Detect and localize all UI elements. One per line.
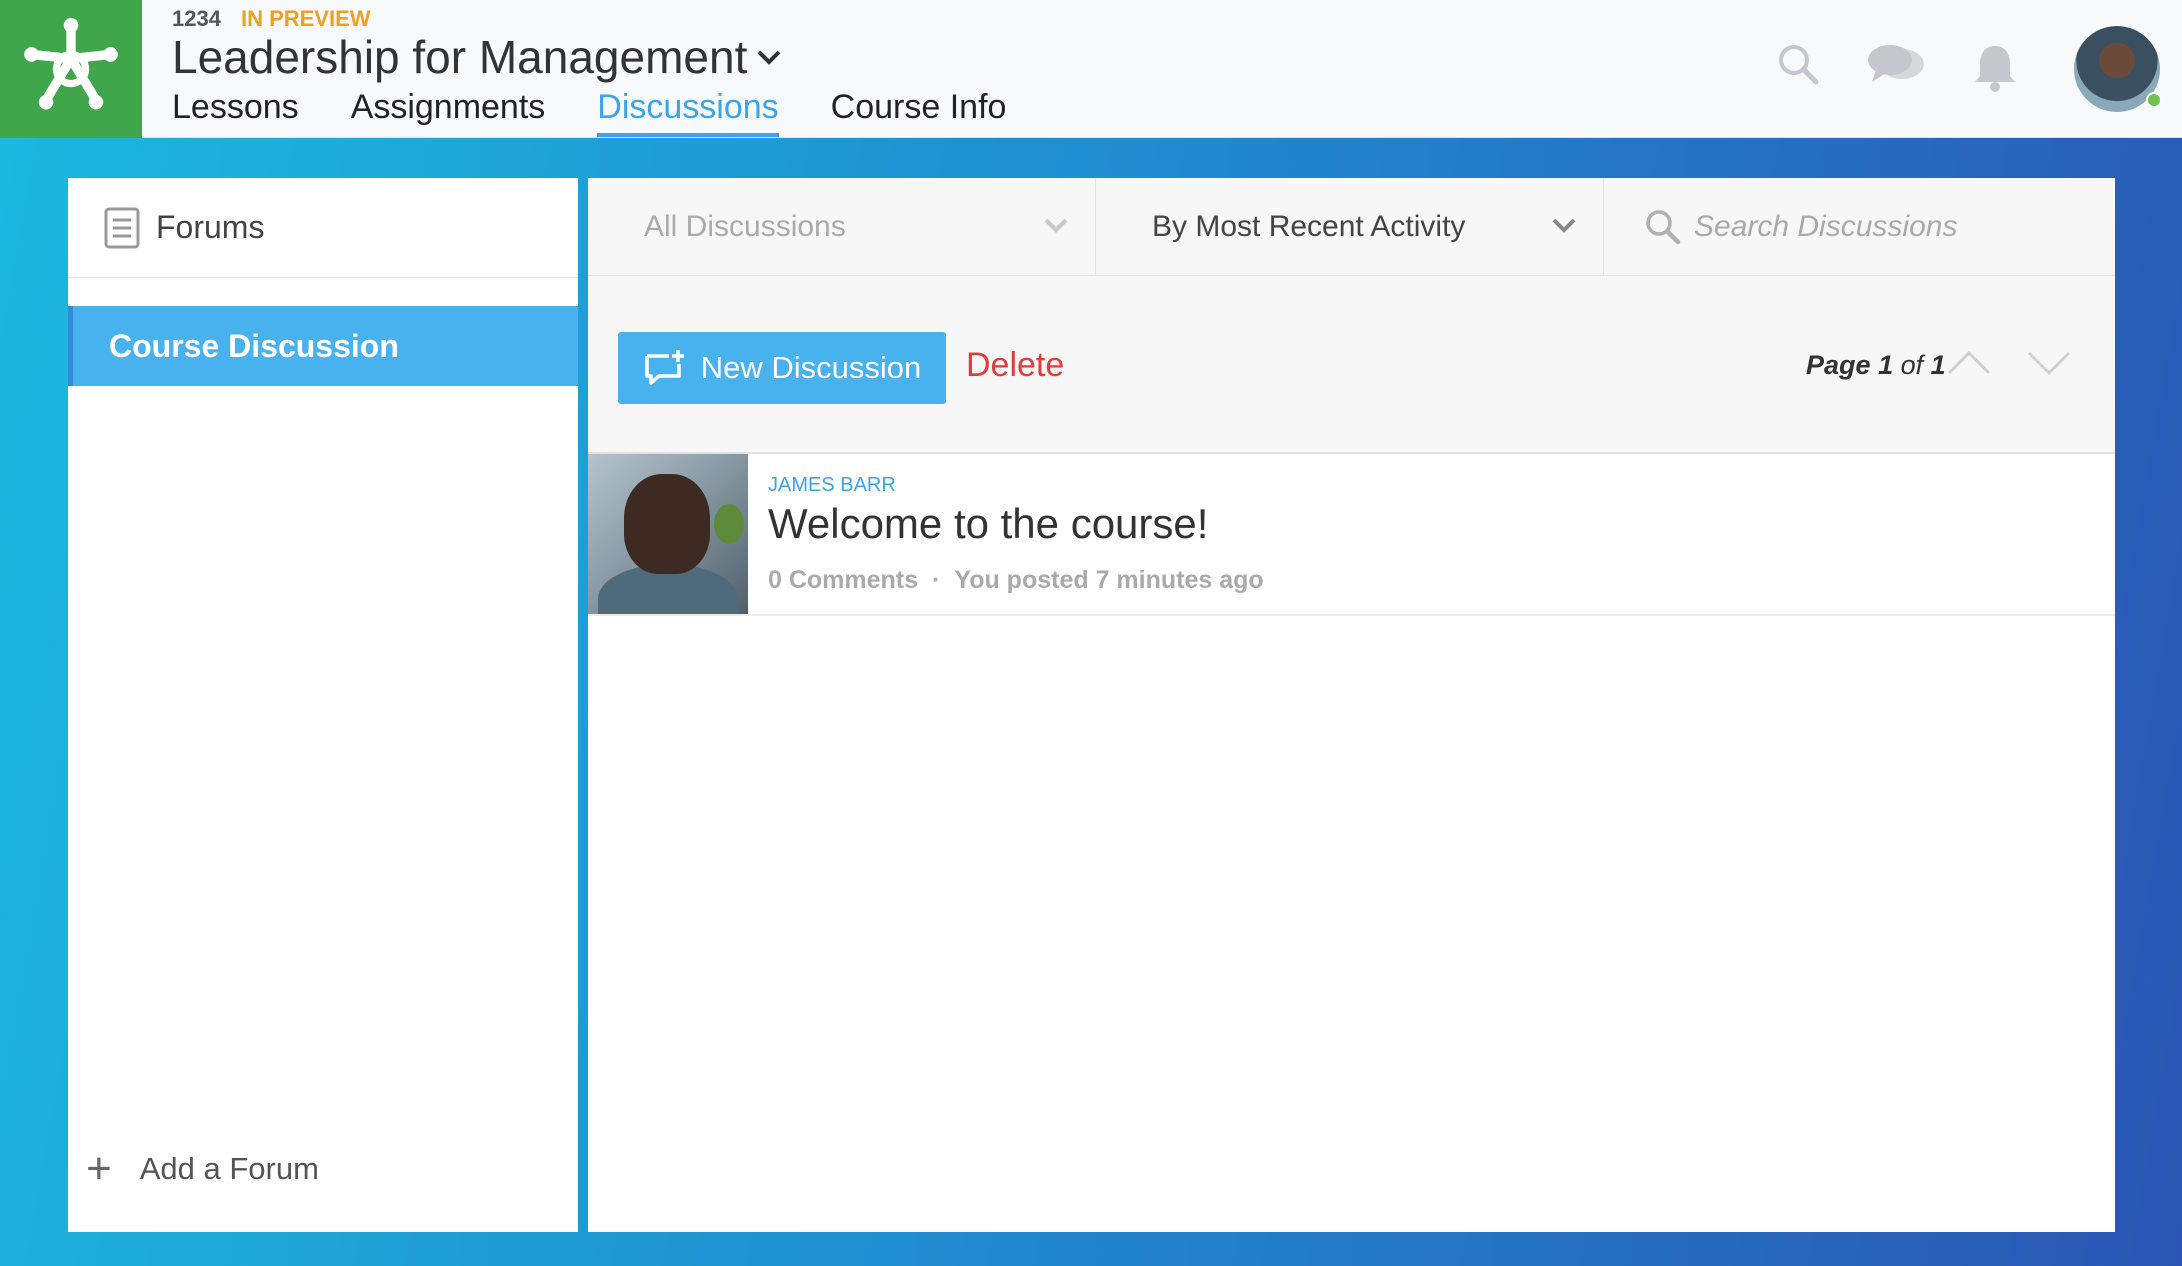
filter-bar: All Discussions By Most Recent Activity … — [588, 178, 2115, 276]
forum-label: Course Discussion — [109, 327, 399, 364]
discussion-toolbar: New Discussion Delete Page 1 of 1 — [588, 276, 2115, 454]
sort-select[interactable]: By Most Recent Activity — [1096, 178, 1604, 275]
discussions-panel: All Discussions By Most Recent Activity … — [588, 178, 2115, 1232]
post-meta: 0 Comments · You posted 7 minutes ago — [768, 566, 1264, 595]
online-status-dot — [2146, 92, 2162, 108]
tab-discussions[interactable]: Discussions — [597, 88, 779, 137]
chat-icon[interactable] — [1866, 42, 1928, 88]
tab-course-info[interactable]: Course Info — [831, 88, 1007, 137]
page-word: Page — [1806, 350, 1871, 380]
plus-icon: + — [86, 1144, 112, 1193]
chevron-down-icon[interactable] — [2026, 348, 2072, 378]
user-avatar[interactable] — [2074, 26, 2162, 112]
posted-time: You posted 7 minutes ago — [954, 566, 1264, 594]
new-message-icon — [644, 350, 684, 385]
page-current: 1 — [1878, 350, 1894, 380]
post-author[interactable]: JAMES BARR — [768, 474, 896, 497]
app-logo[interactable] — [0, 0, 142, 138]
search-discussions-input[interactable]: Search Discussions — [1604, 178, 2115, 275]
course-title-dropdown[interactable]: Leadership for Management — [172, 30, 783, 84]
chevron-down-icon — [1044, 218, 1068, 233]
new-discussion-label: New Discussion — [700, 350, 922, 385]
new-discussion-button[interactable]: New Discussion — [618, 332, 946, 404]
forums-header: Forums — [68, 178, 578, 278]
pagination-label: Page 1 of 1 — [1806, 350, 1946, 381]
page-total: 1 — [1930, 350, 1946, 380]
course-title: Leadership for Management — [172, 31, 748, 83]
delete-button[interactable]: Delete — [966, 346, 1064, 385]
add-forum-label: Add a Forum — [139, 1151, 319, 1186]
chevron-down-icon — [1552, 218, 1576, 233]
add-forum-button[interactable]: + Add a Forum — [86, 1144, 319, 1194]
bell-icon[interactable] — [1972, 42, 2018, 92]
tab-lessons[interactable]: Lessons — [172, 88, 299, 137]
document-icon — [104, 207, 140, 248]
forums-sidebar: Forums Course Discussion + Add a Forum — [68, 178, 578, 1232]
preview-status: IN PREVIEW — [240, 6, 371, 31]
filter-value: All Discussions — [644, 209, 846, 243]
search-icon[interactable] — [1776, 42, 1820, 86]
course-meta: 1234 IN PREVIEW — [172, 6, 371, 32]
chevron-up-icon[interactable] — [1946, 348, 1992, 378]
photo-plant — [714, 504, 744, 544]
discussion-filter-select[interactable]: All Discussions — [588, 178, 1096, 275]
course-code: 1234 — [172, 6, 221, 31]
discussion-list-item[interactable]: JAMES BARR Welcome to the course! 0 Comm… — [588, 454, 2115, 616]
logo-star-icon — [24, 18, 118, 110]
photo-head — [624, 474, 710, 574]
comment-count: 0 Comments — [768, 566, 919, 594]
chevron-down-icon — [757, 50, 781, 65]
author-photo — [588, 454, 748, 614]
search-placeholder: Search Discussions — [1694, 209, 1958, 243]
search-icon — [1646, 209, 1681, 244]
forums-heading: Forums — [156, 209, 265, 245]
course-nav-tabs: Lessons Assignments Discussions Course I… — [172, 88, 1006, 137]
sort-value: By Most Recent Activity — [1152, 209, 1466, 243]
top-header: 1234 IN PREVIEW Leadership for Managemen… — [0, 0, 2182, 138]
tab-assignments[interactable]: Assignments — [351, 88, 546, 137]
post-title[interactable]: Welcome to the course! — [768, 500, 1208, 548]
sidebar-item-course-discussion[interactable]: Course Discussion — [68, 306, 578, 386]
page-of-word: of — [1900, 350, 1924, 380]
meta-separator: · — [932, 566, 941, 594]
